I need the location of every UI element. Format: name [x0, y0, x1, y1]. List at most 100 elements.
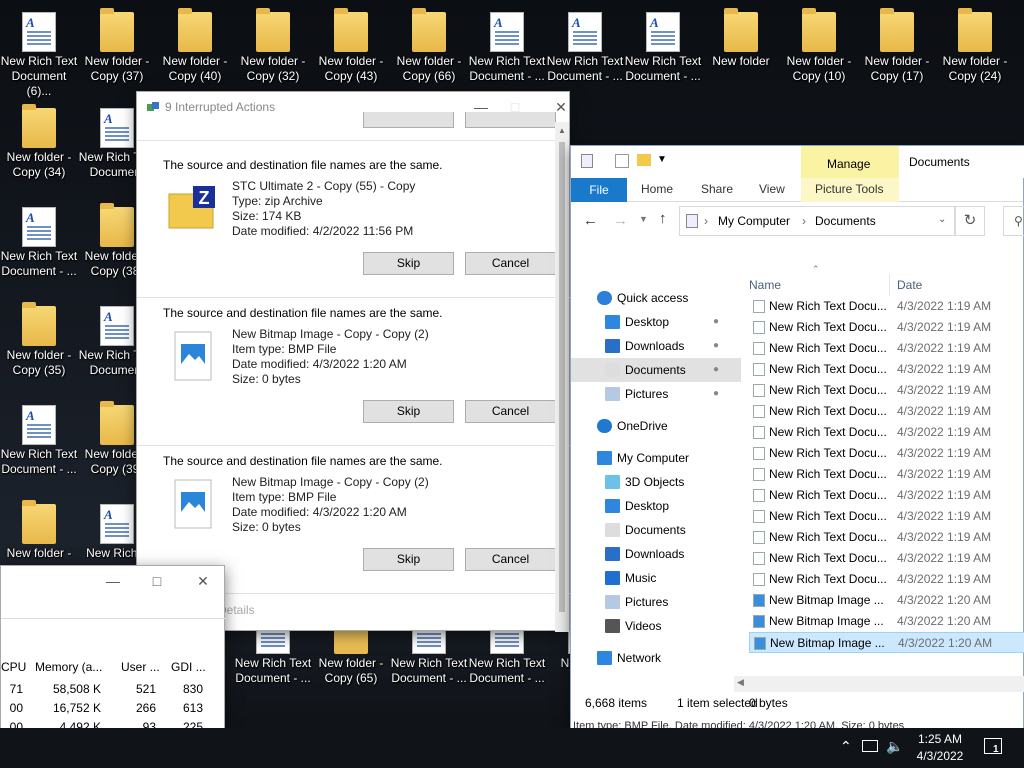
close-button[interactable]: ✕: [181, 566, 225, 596]
pin-icon[interactable]: ●: [713, 358, 719, 382]
file-row[interactable]: New Rich Text Docu... 4/3/2022 1:19 AM: [749, 380, 1024, 401]
nav-item[interactable]: Quick access: [571, 286, 741, 310]
tab-file[interactable]: File: [571, 178, 627, 202]
cancel-button[interactable]: Cancel: [465, 400, 556, 423]
nav-item[interactable]: Desktop ●: [571, 310, 741, 334]
column-header[interactable]: GDI ...: [171, 660, 206, 674]
desktop-icon-rtf[interactable]: New Rich Text Document - ...: [546, 12, 624, 84]
file-row[interactable]: New Rich Text Docu... 4/3/2022 1:19 AM: [749, 569, 1024, 590]
file-row[interactable]: New Rich Text Docu... 4/3/2022 1:19 AM: [749, 548, 1024, 569]
column-header[interactable]: CPU: [1, 660, 26, 674]
desktop-icon-rtf[interactable]: New Rich Text Document - ...: [624, 12, 702, 84]
forward-arrow-icon[interactable]: →: [613, 212, 628, 229]
file-row[interactable]: New Bitmap Image ... 4/3/2022 1:20 AM: [749, 611, 1024, 632]
address-dropdown-icon[interactable]: ⌄: [938, 214, 946, 225]
file-row[interactable]: New Rich Text Docu... 4/3/2022 1:19 AM: [749, 527, 1024, 548]
skip-button[interactable]: Skip: [363, 400, 454, 423]
column-date[interactable]: Date: [897, 278, 922, 292]
clock-time[interactable]: 1:25 AM: [916, 732, 964, 746]
desktop-icon-rtf[interactable]: New Rich Text Document (6)...: [0, 12, 78, 99]
pin-icon[interactable]: ●: [713, 382, 719, 406]
desktop-icon-folder[interactable]: New folder - Copy (37): [78, 8, 156, 84]
nav-item[interactable]: OneDrive: [571, 414, 741, 438]
scroll-left-icon[interactable]: ◀: [737, 677, 744, 688]
nav-item[interactable]: Downloads ●: [571, 334, 741, 358]
desktop-icon-folder[interactable]: New folder - Copy (17): [858, 8, 936, 84]
nav-item[interactable]: Desktop: [571, 494, 741, 518]
cancel-button-partial[interactable]: [465, 112, 556, 128]
column-name[interactable]: Name: [749, 278, 781, 292]
column-header[interactable]: User ...: [121, 660, 160, 674]
nav-item[interactable]: Pictures: [571, 590, 741, 614]
skip-button[interactable]: Skip: [363, 252, 454, 275]
breadcrumb-documents[interactable]: Documents: [815, 214, 876, 228]
new-folder-icon[interactable]: [637, 154, 651, 166]
search-icon[interactable]: ⚲: [1003, 206, 1024, 236]
tab-view[interactable]: View: [759, 182, 785, 196]
tab-share[interactable]: Share: [701, 182, 733, 196]
file-row[interactable]: New Rich Text Docu... 4/3/2022 1:19 AM: [749, 422, 1024, 443]
nav-item[interactable]: My Computer: [571, 446, 741, 470]
file-row[interactable]: New Rich Text Docu... 4/3/2022 1:19 AM: [749, 338, 1024, 359]
refresh-icon[interactable]: ↻: [955, 206, 985, 236]
scroll-up-icon[interactable]: ▲: [558, 126, 566, 135]
file-row[interactable]: New Rich Text Docu... 4/3/2022 1:19 AM: [749, 464, 1024, 485]
up-arrow-icon[interactable]: ↑: [659, 210, 667, 227]
nav-item[interactable]: 3D Objects: [571, 470, 741, 494]
desktop-icon-folder[interactable]: New folder - Copy (10): [780, 8, 858, 84]
desktop-icon-rtf[interactable]: New Rich Text Document - ...: [0, 207, 78, 279]
desktop-icon-folder[interactable]: New folder - Copy (66): [390, 8, 468, 84]
desktop-icon-folder[interactable]: New folder - Copy (35): [0, 302, 78, 378]
cancel-button[interactable]: Cancel: [465, 252, 556, 275]
pin-icon[interactable]: ●: [713, 310, 719, 334]
horizontal-scrollbar[interactable]: ◀: [734, 676, 1024, 692]
desktop-icon-folder[interactable]: New folder -: [0, 500, 78, 561]
skip-button-partial[interactable]: [363, 112, 454, 128]
tab-picture-tools[interactable]: Picture Tools: [815, 182, 883, 196]
minimize-button[interactable]: —: [91, 566, 135, 596]
cancel-button[interactable]: Cancel: [465, 548, 556, 571]
properties-icon[interactable]: [581, 154, 593, 168]
desktop-icon-folder[interactable]: New folder - Copy (24): [936, 8, 1014, 84]
skip-button[interactable]: Skip: [363, 548, 454, 571]
file-row[interactable]: New Rich Text Docu... 4/3/2022 1:19 AM: [749, 506, 1024, 527]
dialog-scrollbar[interactable]: ▲: [555, 122, 569, 632]
desktop-icon-rtf[interactable]: New Rich Text Document - ...: [468, 12, 546, 84]
file-row[interactable]: New Rich Text Docu... 4/3/2022 1:19 AM: [749, 359, 1024, 380]
desktop-icon-folder[interactable]: New folder: [702, 8, 780, 69]
tab-home[interactable]: Home: [641, 182, 673, 196]
address-bar[interactable]: › My Computer › Documents ⌄: [679, 206, 955, 236]
manage-tab[interactable]: Manage: [827, 157, 870, 171]
nav-item[interactable]: Downloads: [571, 542, 741, 566]
desktop-icon-folder[interactable]: New folder - Copy (32): [234, 8, 312, 84]
volume-icon[interactable]: 🔈: [886, 738, 903, 755]
file-row[interactable]: New Bitmap Image ... 4/3/2022 1:20 AM: [749, 590, 1024, 611]
network-icon[interactable]: [862, 740, 878, 752]
file-row[interactable]: New Rich Text Docu... 4/3/2022 1:19 AM: [749, 296, 1024, 317]
pin-icon[interactable]: ●: [713, 334, 719, 358]
scroll-thumb[interactable]: [559, 142, 565, 612]
file-row[interactable]: New Rich Text Docu... 4/3/2022 1:19 AM: [749, 485, 1024, 506]
desktop-icon-rtf[interactable]: New Rich Text Document - ...: [0, 405, 78, 477]
checklist-icon[interactable]: [615, 154, 629, 168]
chevron-up-icon[interactable]: ⌃: [840, 738, 852, 755]
desktop-icon-folder[interactable]: New folder - Copy (34): [0, 104, 78, 180]
nav-item[interactable]: Documents: [571, 518, 741, 542]
desktop-icon-folder[interactable]: New folder - Copy (43): [312, 8, 390, 84]
file-row[interactable]: New Rich Text Docu... 4/3/2022 1:19 AM: [749, 401, 1024, 422]
file-row[interactable]: New Rich Text Docu... 4/3/2022 1:19 AM: [749, 317, 1024, 338]
recent-chevron-icon[interactable]: ▼: [639, 214, 648, 224]
column-header[interactable]: Memory (a...: [35, 660, 102, 674]
back-arrow-icon[interactable]: ←: [583, 212, 598, 229]
desktop-icon-folder[interactable]: New folder - Copy (40): [156, 8, 234, 84]
file-row[interactable]: New Bitmap Image ... 4/3/2022 1:20 AM: [749, 632, 1024, 653]
nav-item[interactable]: Music: [571, 566, 741, 590]
file-row[interactable]: New Rich Text Docu... 4/3/2022 1:19 AM: [749, 443, 1024, 464]
maximize-button[interactable]: □: [135, 566, 179, 596]
nav-item[interactable]: Videos: [571, 614, 741, 638]
nav-item[interactable]: Documents ●: [571, 358, 741, 382]
breadcrumb-my-computer[interactable]: My Computer: [718, 214, 790, 228]
nav-item[interactable]: Network: [571, 646, 741, 670]
chevron-down-icon[interactable]: ▼: [657, 154, 667, 165]
nav-item[interactable]: Pictures ●: [571, 382, 741, 406]
